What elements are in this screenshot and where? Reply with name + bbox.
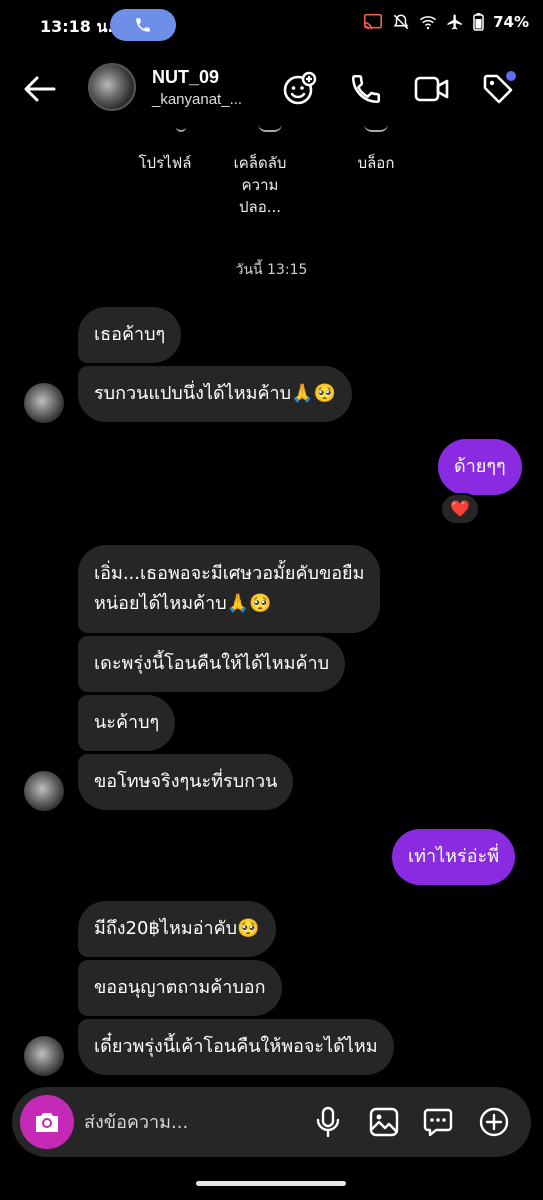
mute-bell-icon [393, 14, 409, 30]
quick-action-profile[interactable]: โปรไฟล์ [120, 152, 210, 174]
message-outgoing[interactable]: ด้ายๆๆ [438, 439, 522, 495]
message-incoming[interactable]: เดะพรุ่งนี้โอนคืนให้ได้ไหมค้าบ [78, 636, 346, 692]
message-composer [12, 1087, 531, 1157]
chat-username[interactable]: NUT_09 [152, 67, 219, 88]
avatar[interactable] [88, 63, 136, 111]
quick-action-safety-tips[interactable]: เคล็ดลับ ความปลอ... [222, 152, 298, 218]
gallery-button[interactable] [366, 1104, 402, 1140]
message-incoming[interactable]: รบกวนแปบนึ่งได้ไหมค้าบ🙏🥺 [78, 366, 352, 422]
message-incoming[interactable]: เธอค้าบๆ [78, 307, 182, 363]
back-button[interactable] [20, 69, 60, 109]
image-icon [369, 1107, 399, 1137]
status-bar: 13:18 น. 74% [0, 0, 543, 50]
quick-action-block[interactable]: บล็อก [336, 152, 416, 174]
phone-icon [351, 74, 381, 104]
plus-circle-icon [479, 1107, 509, 1137]
add-sticker-icon [283, 71, 317, 105]
sticker-button[interactable] [280, 69, 320, 109]
chat-handle: _kanyanat_... [152, 91, 243, 108]
home-indicator[interactable] [196, 1181, 346, 1186]
chat-header: NUT_09 _kanyanat_... [0, 55, 543, 125]
wifi-icon [420, 16, 437, 30]
airplane-icon [447, 14, 462, 30]
battery-percent: 74% [493, 13, 529, 31]
date-separator: วันนี้ 13:15 [235, 262, 308, 278]
video-camera-icon [414, 76, 449, 102]
voice-call-button[interactable] [346, 69, 386, 109]
ongoing-call-pill[interactable] [110, 9, 176, 41]
message-incoming[interactable]: นะค้าบๆ [78, 695, 176, 751]
message-incoming[interactable]: เดี๋ยวพรุ่งนี้เค้าโอนคืนให้พอจะได้ไหม [78, 1019, 394, 1075]
avatar[interactable] [24, 1036, 64, 1076]
camera-button[interactable] [20, 1095, 74, 1149]
microphone-icon [316, 1106, 340, 1138]
status-time: 13:18 น. [40, 17, 114, 36]
sticker-picker-button[interactable] [420, 1104, 456, 1140]
chat-sticker-icon [423, 1108, 453, 1137]
avatar[interactable] [24, 771, 64, 811]
cast-icon [364, 13, 383, 30]
tag-button[interactable] [478, 69, 518, 109]
more-options-button[interactable] [476, 1104, 512, 1140]
message-incoming[interactable]: มีถึง20฿ไหมอ่าคับ🥺 [78, 901, 276, 957]
notification-dot [506, 71, 516, 81]
battery-icon [473, 13, 484, 31]
safety-icon-stub [258, 124, 282, 132]
message-incoming[interactable]: ขออนุญาตถามค้าบอก [78, 960, 282, 1016]
voice-message-button[interactable] [310, 1104, 346, 1140]
phone-icon [136, 18, 150, 32]
message-incoming[interactable]: เอิ่ม...เธอพอจะมีเศษวอมั้ยคับขอยืม หน่อย… [78, 545, 381, 633]
heart-reaction[interactable]: ❤️ [440, 493, 480, 525]
block-icon-stub [364, 124, 388, 132]
status-icons: 74% [363, 13, 529, 31]
arrow-left-icon [24, 76, 56, 102]
message-incoming[interactable]: ขอโทษจริงๆนะที่รบกวน [78, 754, 294, 810]
message-input[interactable] [84, 1107, 294, 1137]
video-call-button[interactable] [412, 69, 452, 109]
profile-icon-stub [176, 124, 186, 132]
heart-icon: ❤️ [450, 499, 470, 518]
avatar[interactable] [24, 383, 64, 423]
camera-icon [36, 1113, 58, 1132]
message-outgoing[interactable]: เท่าไหร่อ่ะพี่ [392, 829, 516, 885]
